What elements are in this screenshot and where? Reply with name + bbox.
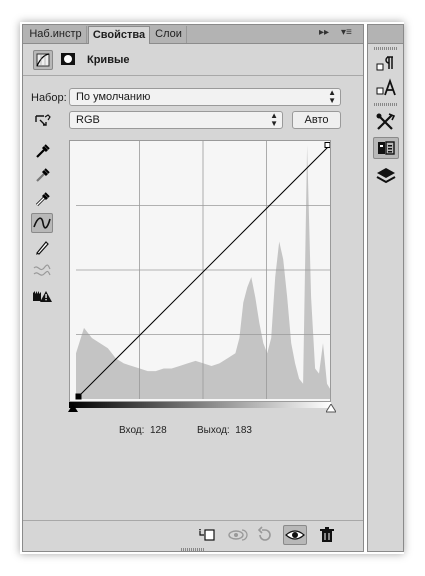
preset-label: Набор: <box>31 92 67 104</box>
black-point-eyedropper-icon[interactable] <box>31 141 53 161</box>
tab-tool-presets[interactable]: Наб.инстр <box>25 26 87 43</box>
channel-value: RGB <box>76 114 100 126</box>
output-readout: Выход: 183 <box>197 425 252 436</box>
input-label: Вход: <box>119 425 145 436</box>
channel-select[interactable]: RGB ▲ ▼ <box>69 111 283 129</box>
tab-properties[interactable]: Свойства <box>88 26 150 44</box>
auto-button[interactable]: Авто <box>292 111 341 129</box>
tools-preset-icon[interactable] <box>373 111 399 133</box>
curves-graph[interactable] <box>69 140 331 402</box>
tab-layers[interactable]: Слои <box>151 26 187 43</box>
adjustment-title: Кривые <box>87 54 130 66</box>
input-readout: Вход: 128 <box>119 425 167 436</box>
white-point-eyedropper-icon[interactable] <box>31 189 53 209</box>
bottom-toolbar <box>23 521 363 551</box>
adjustment-header: Кривые <box>23 44 363 74</box>
properties-icon[interactable] <box>373 137 399 159</box>
trash-icon[interactable] <box>315 525 339 545</box>
visibility-icon[interactable] <box>283 525 307 545</box>
select-arrows-icon: ▲ ▼ <box>328 88 336 105</box>
input-value: 128 <box>149 425 167 436</box>
layers-icon[interactable] <box>373 165 399 187</box>
layer-mask-icon[interactable] <box>59 50 79 70</box>
preset-value: По умолчанию <box>76 91 151 103</box>
white-point-slider[interactable] <box>325 403 337 413</box>
select-arrows-icon: ▲ ▼ <box>270 111 278 128</box>
reset-icon[interactable] <box>253 525 277 545</box>
gray-point-eyedropper-icon[interactable] <box>31 165 53 185</box>
clipping-warning-icon[interactable] <box>31 285 53 305</box>
input-gradient-bar <box>69 402 331 408</box>
clip-to-layer-icon[interactable] <box>195 525 219 545</box>
paragraph-style-icon[interactable] <box>373 53 399 75</box>
sample-in-image-icon[interactable] <box>31 112 53 132</box>
dock-header <box>368 25 403 44</box>
side-dock <box>367 24 404 552</box>
output-label: Выход: <box>197 425 230 436</box>
curve-points-icon[interactable] <box>31 213 53 233</box>
preset-select[interactable]: По умолчанию ▲ ▼ <box>69 88 341 106</box>
view-previous-icon[interactable] <box>225 525 249 545</box>
header-divider <box>23 75 363 76</box>
panel-menu-icon[interactable]: ▾≡ <box>341 27 352 40</box>
tab-bar: Наб.инстр Свойства Слои ▸▸ ▾≡ <box>23 25 363 44</box>
collapse-panel-icon[interactable]: ▸▸ <box>319 27 329 40</box>
curves-adjustment-icon[interactable] <box>33 50 53 70</box>
pencil-icon[interactable] <box>31 237 53 257</box>
curves-plot[interactable] <box>70 141 331 401</box>
properties-panel: Наб.инстр Свойства Слои ▸▸ ▾≡ Кривые Наб… <box>22 24 364 552</box>
dock-grip[interactable] <box>374 103 398 106</box>
smooth-icon[interactable] <box>31 261 53 281</box>
curve-control-point[interactable] <box>75 393 82 400</box>
output-value: 183 <box>235 425 252 436</box>
black-point-slider[interactable] <box>68 404 78 412</box>
dock-grip[interactable] <box>374 47 398 50</box>
character-style-icon[interactable] <box>373 77 399 99</box>
curve-control-point[interactable] <box>324 142 331 148</box>
resize-grip[interactable] <box>181 548 205 552</box>
